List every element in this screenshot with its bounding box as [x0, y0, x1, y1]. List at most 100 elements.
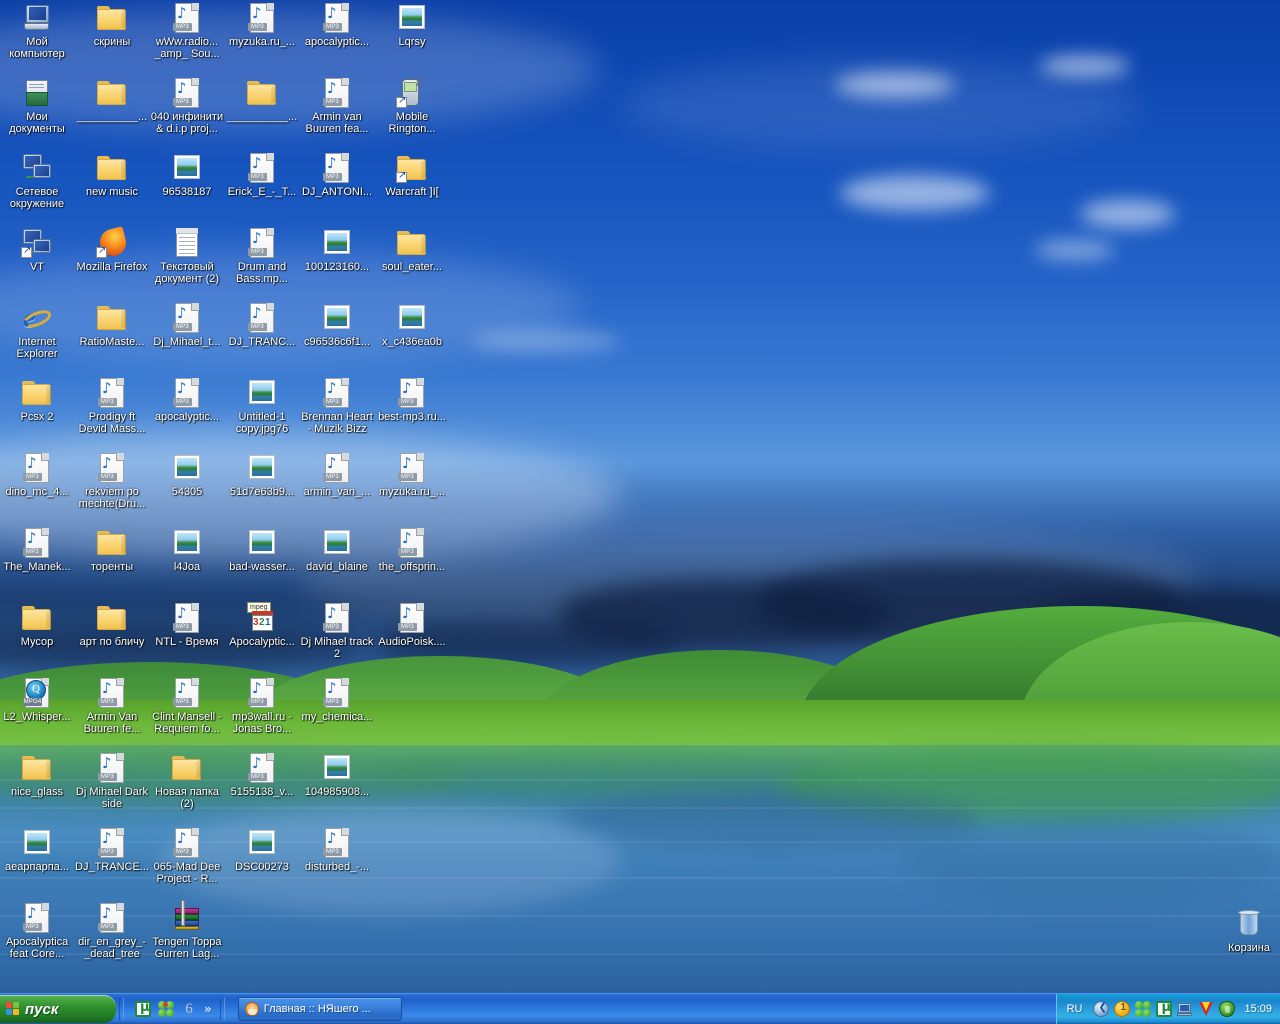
- desktop-icon[interactable]: ♪ MP3 best-mp3.ru...: [375, 377, 449, 424]
- desktop-icon[interactable]: ♪ MP3 Drum and Bass.mp...: [225, 227, 299, 285]
- icq-icon[interactable]: [1114, 1001, 1131, 1017]
- desktop-icon[interactable]: ♪ MP3 Prodigy ft Devid Mass...: [75, 377, 149, 435]
- desktop-icon[interactable]: 54305: [150, 452, 224, 499]
- desktop-icon[interactable]: __________...: [75, 77, 149, 124]
- desktop-icon[interactable]: ♪ MP3 Apocalyptica feat Core...: [0, 902, 74, 960]
- desktop-icon[interactable]: l4Joa: [150, 527, 224, 574]
- mp3-file-icon: ♪ MP3: [171, 302, 203, 334]
- desktop-icon[interactable]: ♪ MP3 dir_en_grey_- _dead_tree: [75, 902, 149, 960]
- desktop-icon[interactable]: ♪ MP3 Brennan Heart - Muzik Bizz: [300, 377, 374, 435]
- chevron-right-icon[interactable]: »: [204, 1002, 212, 1016]
- desktop-icon[interactable]: Мой компьютер: [0, 2, 74, 60]
- taskbar[interactable]: пуск 6 » Главная :: НЯшего ... RU: [0, 993, 1280, 1024]
- desktop-icon[interactable]: Warcraft ]I[: [375, 152, 449, 199]
- desktop-icon[interactable]: ♪ MP3 Dj_Mihael_t...: [150, 302, 224, 349]
- desktop-icon[interactable]: ♪ MP3 apocalyptic...: [150, 377, 224, 424]
- desktop-icon[interactable]: Мои документы: [0, 77, 74, 135]
- desktop-icon[interactable]: ♪ MP3 NTL - Время: [150, 602, 224, 649]
- six-icon[interactable]: 6: [181, 1001, 197, 1017]
- desktop-icon[interactable]: ♪ MP3 DJ_TRANCE...: [75, 827, 149, 874]
- desktop-icon[interactable]: e Internet Explorer: [0, 302, 74, 360]
- desktop-icon[interactable]: nice_glass: [0, 752, 74, 799]
- desktop-icon[interactable]: 51d7e63b9...: [225, 452, 299, 499]
- desktop-icon[interactable]: __________...: [225, 77, 299, 124]
- desktop-icon[interactable]: c96536c6f1...: [300, 302, 374, 349]
- desktop-icon[interactable]: Текстовый документ (2): [150, 227, 224, 285]
- desktop-icon-recycle-bin[interactable]: Корзина: [1212, 908, 1280, 955]
- desktop-icon[interactable]: Q MPG4 L2_Whisper...: [0, 677, 74, 724]
- clover-icon[interactable]: [1135, 1001, 1152, 1017]
- firefox-icon: [96, 226, 129, 259]
- desktop-icon[interactable]: Mobile Rington...: [375, 76, 449, 135]
- desktop-icon[interactable]: bad-wasser...: [225, 527, 299, 574]
- desktop-icon[interactable]: ♪ MP3 Armin Van Buuren fe...: [75, 677, 149, 735]
- desktop[interactable]: Мой компьютер скрины ♪ MP3 wWw.radio... _amp…: [0, 0, 1280, 1024]
- desktop-icon[interactable]: ♪ MP3 disturbed_-...: [300, 827, 374, 874]
- desktop-icon[interactable]: скрины: [75, 2, 149, 49]
- desktop-icon-label: Pcsx 2: [20, 411, 54, 423]
- system-tray[interactable]: RU 15:09: [1055, 994, 1280, 1024]
- utorrent-icon[interactable]: [135, 1000, 151, 1017]
- shield-icon[interactable]: [1219, 1001, 1236, 1017]
- desktop-icon[interactable]: ♪ MP3 myzuka.ru_...: [225, 2, 299, 49]
- desktop-icon[interactable]: RatioMaste...: [75, 302, 149, 349]
- desktop-icon[interactable]: ♪ MP3 065-Mad Dee Project - R...: [150, 827, 224, 885]
- start-button[interactable]: пуск: [0, 995, 116, 1023]
- desktop-icon[interactable]: торенты: [75, 527, 149, 574]
- desktop-icon[interactable]: DSC00273: [225, 827, 299, 874]
- desktop-icon[interactable]: ♪ MP3 myzuka.ru_...: [375, 452, 449, 499]
- desktop-icon[interactable]: ♪ MP3 DJ_ANTONI...: [300, 152, 374, 199]
- desktop-icon[interactable]: Pcsx 2: [0, 377, 74, 424]
- desktop-icon[interactable]: david_blaine: [300, 527, 374, 574]
- desktop-icon[interactable]: ♪ MP3 Armin van Buuren fea...: [300, 77, 374, 135]
- desktop-icon[interactable]: Untitled-1 copy.jpg76: [225, 377, 299, 435]
- desktop-icon[interactable]: ♪ MP3 my_chemica...: [300, 677, 374, 724]
- desktop-icon[interactable]: ♪ MP3 DJ_TRANC...: [225, 302, 299, 349]
- desktop-icon[interactable]: аеарпарпа...: [0, 827, 74, 874]
- desktop-icon[interactable]: x_c436ea0b: [375, 302, 449, 349]
- language-indicator[interactable]: RU: [1063, 1002, 1087, 1016]
- image-file-icon: [21, 827, 53, 859]
- desktop-icon[interactable]: ♪ MP3 Erick_E_-_T...: [225, 152, 299, 199]
- desktop-icon[interactable]: Tengen Toppa Gurren Lag...: [150, 900, 224, 960]
- desktop-icon[interactable]: 104985908...: [300, 752, 374, 799]
- desktop-icon[interactable]: ♪ MP3 mp3wall.ru - Jonas Bro...: [225, 677, 299, 735]
- desktop-icon[interactable]: Сетевое окружение: [0, 152, 74, 210]
- desktop-icon[interactable]: Mozilla Firefox: [75, 226, 149, 274]
- desktop-icon[interactable]: 100123160...: [300, 227, 374, 274]
- desktop-icon[interactable]: mpeg 3 2 1 Apocalyptic...: [225, 602, 299, 649]
- desktop-icon[interactable]: ♪ MP3 armin_van_...: [300, 452, 374, 499]
- desktop-icon[interactable]: ♪ MP3 Dj Mihael Dark side: [75, 752, 149, 810]
- desktop-icon[interactable]: ♪ MP3 the_offsprin...: [375, 527, 449, 574]
- desktop-icon[interactable]: Новая папка (2): [150, 752, 224, 810]
- desktop-icon-label: bad-wasser...: [229, 561, 295, 573]
- desktop-icon[interactable]: ♪ MP3 Clint Mansell - Requiem fo...: [150, 677, 224, 735]
- task-button-list[interactable]: Главная :: НЯшего ...: [237, 997, 402, 1021]
- desktop-icon[interactable]: ♪ MP3 5155138_v...: [225, 752, 299, 799]
- desktop-icon[interactable]: ♪ MP3 040 инфинити & d.i.p proj...: [150, 77, 224, 135]
- desktop-icon[interactable]: VT: [0, 227, 74, 274]
- desktop-icon[interactable]: Lqrsy: [375, 2, 449, 49]
- desktop-icon[interactable]: soul_eater...: [375, 227, 449, 274]
- desktop-icon[interactable]: ♪ MP3 dino_mc_4...: [0, 452, 74, 499]
- desktop-icon[interactable]: ♪ MP3 The_Manek...: [0, 527, 74, 574]
- desktop-icon[interactable]: ♪ MP3 apocalyptic...: [300, 2, 374, 49]
- image-file-icon: [246, 452, 278, 484]
- display-settings-icon[interactable]: [1177, 1001, 1193, 1017]
- desktop-icon[interactable]: new music: [75, 152, 149, 199]
- desktop-icon[interactable]: 96538187: [150, 152, 224, 199]
- quick-launch-bar[interactable]: 6 »: [135, 1000, 212, 1017]
- mp3-file-icon: ♪ MP3: [21, 527, 53, 559]
- avira-icon[interactable]: [1198, 1001, 1214, 1017]
- desktop-icon[interactable]: арт по бличу: [75, 602, 149, 649]
- clover-icon[interactable]: [158, 1001, 174, 1017]
- desktop-icon[interactable]: ♪ MP3 AudioPoisk....: [375, 602, 449, 649]
- desktop-icon[interactable]: ♪ MP3 Dj Mihael track 2: [300, 602, 374, 660]
- utorrent-icon[interactable]: [1156, 1000, 1173, 1017]
- taskbar-clock[interactable]: 15:09: [1240, 1003, 1274, 1015]
- task-button[interactable]: Главная :: НЯшего ...: [237, 997, 402, 1021]
- desktop-icon[interactable]: ♪ MP3 wWw.radio... _amp_ Sou...: [150, 2, 224, 60]
- show-hidden-icons-icon[interactable]: [1093, 1001, 1110, 1017]
- desktop-icon[interactable]: ♪ MP3 rekviem po mechte(Dru...: [75, 452, 149, 510]
- desktop-icon[interactable]: Мусор: [0, 602, 74, 649]
